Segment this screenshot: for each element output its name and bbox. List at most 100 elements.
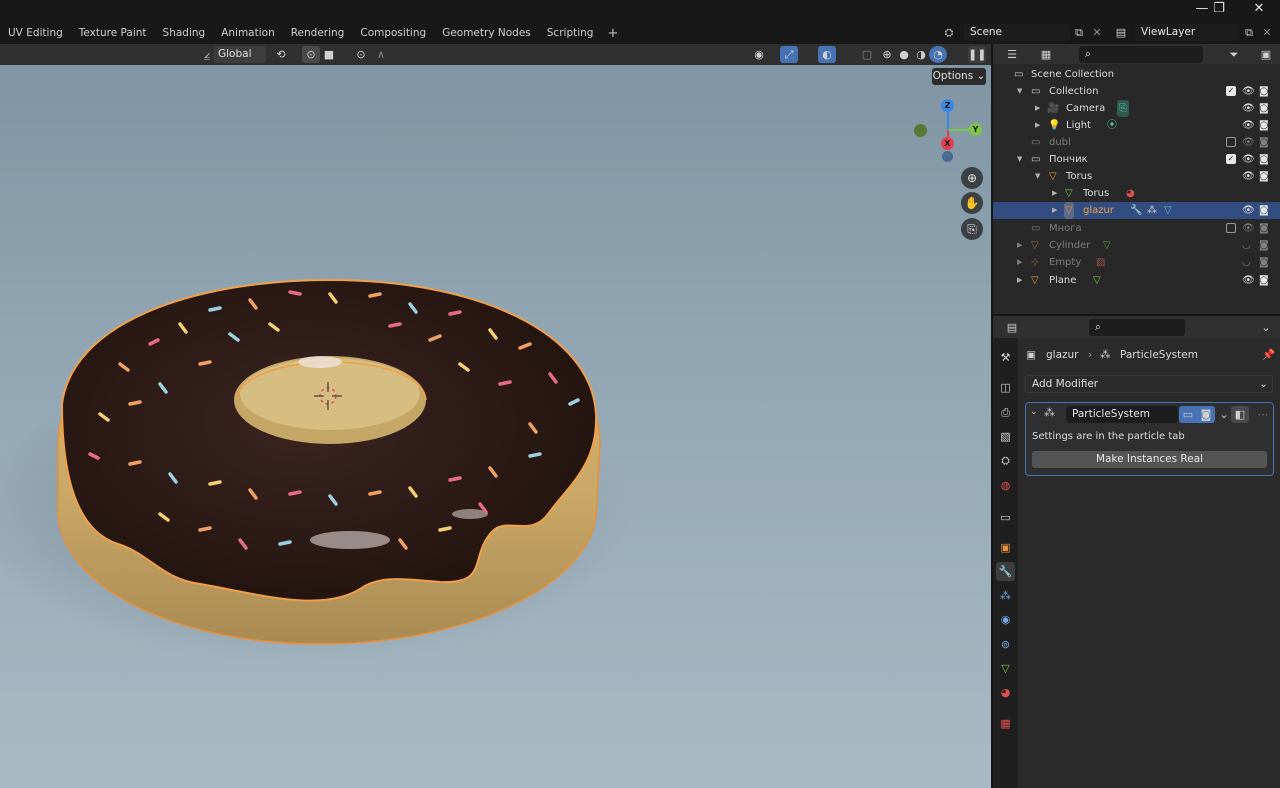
material-tab-icon[interactable]: ◕ <box>996 683 1015 702</box>
render-tab-icon[interactable]: ◫ <box>996 378 1015 397</box>
outliner-row-mnoga[interactable]: ▭ Многа 👁 ◙ <box>993 220 1280 237</box>
outliner-row-dubl[interactable]: ▭ dubl 👁 ◙ <box>993 134 1280 151</box>
modifier-tab-icon[interactable]: 🔧 <box>996 562 1015 581</box>
data-tab-icon[interactable]: ▽ <box>996 659 1015 678</box>
toggle-icon[interactable]: ◧ <box>1231 406 1249 423</box>
outliner-search-input[interactable]: ⌕ <box>1079 46 1203 63</box>
eye-icon[interactable]: 👁 <box>1242 83 1255 100</box>
options-dropdown[interactable]: Options ⌄ <box>932 68 986 85</box>
camera-render-icon[interactable]: ◙ <box>1259 83 1269 100</box>
expand-triangle-icon[interactable]: ▶ <box>1017 237 1022 254</box>
camera-render-icon[interactable]: ◙ <box>1259 202 1269 219</box>
tab-compositing[interactable]: Compositing <box>352 22 434 44</box>
wireframe-shading-icon[interactable]: ⊕ <box>878 46 896 63</box>
expand-triangle-icon[interactable]: ▶ <box>1017 254 1022 271</box>
modifier-name-field[interactable]: ParticleSystem <box>1066 406 1178 423</box>
camera-render-icon[interactable]: ◙ <box>1259 272 1269 289</box>
image-icon[interactable]: ▨ <box>1096 254 1105 271</box>
gizmo-icon[interactable]: ⤢ <box>780 46 798 63</box>
3d-viewport[interactable]: ⦤ Global ⟲ ⊙ ■ ⊙ ∧ ◉ ⤢ ◐ ▢ ⊕ ● ◑ ◔ ❚❚ Op… <box>0 44 991 788</box>
mesh-data-icon[interactable]: ▽ <box>1164 202 1172 219</box>
eye-closed-icon[interactable]: ◡ <box>1242 237 1251 254</box>
camera-render-icon[interactable]: ◙ <box>1259 117 1269 134</box>
make-instances-real-button[interactable]: Make Instances Real <box>1032 451 1267 468</box>
overlay-icon[interactable]: ◐ <box>818 46 836 63</box>
tool-tab-icon[interactable]: ⚒ <box>996 348 1015 367</box>
show-render-icon[interactable]: ◙ <box>1197 406 1215 423</box>
object-tab-icon[interactable]: ▣ <box>996 538 1015 557</box>
outliner-row-scene-collection[interactable]: ▭ Scene Collection <box>993 66 1280 83</box>
solid-shading-icon[interactable]: ● <box>895 46 913 63</box>
texture-tab-icon[interactable]: ▦ <box>996 714 1015 733</box>
outliner-row-empty[interactable]: ▶ ⊹ Empty ▨ ◡ ◙ <box>993 254 1280 271</box>
add-modifier-dropdown[interactable]: Add Modifier ⌄ <box>1025 375 1273 393</box>
outliner-row-ponchik[interactable]: ▼ ▭ Пончик ✓ 👁 ◙ <box>993 151 1280 168</box>
outliner-row-cylinder[interactable]: ▶ ▽ Cylinder ▽ ◡ ◙ <box>993 237 1280 254</box>
exclude-checkbox[interactable]: ✓ <box>1226 154 1236 164</box>
eye-icon[interactable]: 👁 <box>1242 272 1255 289</box>
eye-icon[interactable]: 👁 <box>1242 202 1255 219</box>
camera-render-icon[interactable]: ◙ <box>1259 100 1269 117</box>
y-axis-icon[interactable]: Y <box>969 123 982 136</box>
scene-tab-icon[interactable]: ⛭ <box>996 451 1015 470</box>
outliner-row-light[interactable]: ▶ 💡 Light ⦿ 👁 ◙ <box>993 117 1280 134</box>
camera-data-icon[interactable]: ⎘ <box>1117 100 1129 117</box>
expand-triangle-icon[interactable]: ▶ <box>1052 202 1057 219</box>
particles-tab-icon[interactable]: ⁂ <box>996 586 1015 605</box>
new-scene-icon[interactable]: ⧉ <box>1070 24 1088 41</box>
xray-icon[interactable]: ▢ <box>858 46 876 63</box>
exclude-checkbox[interactable] <box>1226 223 1236 233</box>
visibility-icon[interactable]: ◉ <box>750 46 768 63</box>
properties-search-input[interactable]: ⌕ <box>1089 319 1185 336</box>
eye-closed-icon[interactable]: ◡ <box>1242 254 1251 271</box>
view-layer-tab-icon[interactable]: ▧ <box>996 427 1015 446</box>
delete-viewlayer-icon[interactable]: ✕ <box>1258 24 1276 41</box>
scene-name-field[interactable]: Scene <box>964 24 1070 41</box>
tab-rendering[interactable]: Rendering <box>283 22 353 44</box>
outliner-row-plane[interactable]: ▶ ▽ Plane ▽ 👁 ◙ <box>993 272 1280 289</box>
zoom-icon[interactable]: ⊕ <box>961 167 983 189</box>
expand-triangle-icon[interactable]: ▶ <box>1035 117 1040 134</box>
expand-triangle-icon[interactable]: ▶ <box>1035 100 1040 117</box>
outliner-row-glazur[interactable]: ▶ ▽ glazur 🔧 ⁂ ▽ 👁 ◙ <box>993 202 1280 219</box>
maximize-icon[interactable]: ❐ <box>1201 0 1237 18</box>
mesh-data-icon[interactable]: ▽ <box>1103 237 1111 254</box>
falloff-icon[interactable]: ∧ <box>372 46 390 63</box>
viewlayer-icon[interactable]: ▤ <box>1112 24 1130 41</box>
camera-view-icon[interactable]: ⎘ <box>961 218 983 240</box>
camera-render-icon[interactable]: ◙ <box>1259 254 1269 271</box>
add-workspace-button[interactable]: + <box>601 26 624 41</box>
outliner-row-torus-mesh[interactable]: ▶ ▽ Torus ◕ <box>993 185 1280 202</box>
world-tab-icon[interactable]: ◍ <box>996 476 1015 495</box>
outliner-row-collection[interactable]: ▼ ▭ Collection ✓ 👁 ◙ <box>993 83 1280 100</box>
camera-render-icon[interactable]: ◙ <box>1259 220 1269 237</box>
material-icon[interactable]: ◕ <box>1126 185 1135 202</box>
close-icon[interactable]: ✕ <box>1241 0 1277 18</box>
eye-icon[interactable]: 👁 <box>1242 168 1255 185</box>
rendered-shading-icon[interactable]: ◔ <box>929 46 947 63</box>
filter-icon[interactable]: ⏷ <box>1225 46 1243 63</box>
camera-render-icon[interactable]: ◙ <box>1259 168 1269 185</box>
expand-triangle-icon[interactable]: ▶ <box>1017 272 1022 289</box>
new-collection-icon[interactable]: ▣ <box>1257 46 1275 63</box>
snap-target-icon[interactable]: ■ <box>320 46 338 63</box>
eye-icon[interactable]: 👁 <box>1242 117 1255 134</box>
editor-type-icon[interactable]: ▤ <box>1003 319 1021 336</box>
exclude-checkbox[interactable]: ✓ <box>1226 86 1236 96</box>
tab-geometry-nodes[interactable]: Geometry Nodes <box>434 22 539 44</box>
snap-icon[interactable]: ⊙ <box>302 46 320 63</box>
tab-scripting[interactable]: Scripting <box>539 22 602 44</box>
show-viewport-icon[interactable]: ▭ <box>1179 406 1197 423</box>
mesh-data-icon[interactable]: ▽ <box>1093 272 1101 289</box>
neg-y-axis-icon[interactable] <box>914 124 927 137</box>
exclude-checkbox[interactable] <box>1226 137 1236 147</box>
tab-animation[interactable]: Animation <box>213 22 283 44</box>
eye-icon[interactable]: 👁 <box>1242 134 1255 151</box>
output-tab-icon[interactable]: ⎙ <box>996 403 1015 422</box>
z-axis-icon[interactable]: Z <box>941 99 954 112</box>
expand-triangle-icon[interactable]: ▼ <box>1017 151 1022 168</box>
navigation-gizmo[interactable]: Z Y X <box>908 96 988 176</box>
eye-icon[interactable]: 👁 <box>1242 151 1255 168</box>
pause-render-icon[interactable]: ❚❚ <box>968 46 986 63</box>
editor-type-icon[interactable]: ☰ <box>1003 46 1021 63</box>
